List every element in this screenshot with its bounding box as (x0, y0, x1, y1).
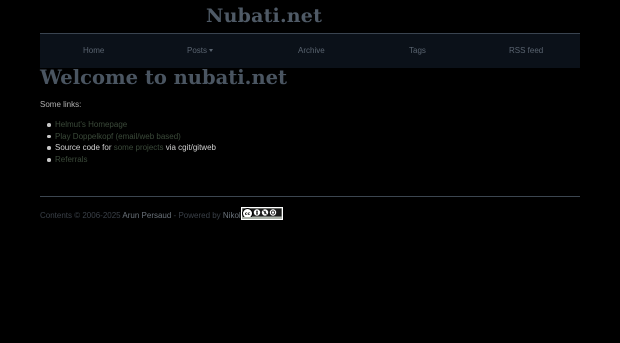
list-item: Helmut's Homepage (47, 119, 216, 131)
list-item: Play Doppelkopf (email/web based) (47, 131, 216, 143)
page-heading: Welcome to nubati.net (40, 66, 288, 89)
nav-home[interactable]: Home (83, 34, 104, 68)
nav-archive[interactable]: Archive (298, 34, 325, 68)
footer-author-link[interactable]: Arun Persaud (122, 211, 171, 220)
nav-tags[interactable]: Tags (409, 34, 426, 68)
footer-divider (40, 196, 580, 197)
source-code-suffix: via cgit/gitweb (163, 143, 216, 153)
link-helmut-homepage[interactable]: Helmut's Homepage (55, 120, 127, 129)
cc-license-badge-icon[interactable]: cc $ (241, 207, 283, 220)
nav-rss-feed[interactable]: RSS feed (509, 34, 543, 68)
list-item: Source code for some projects via cgit/g… (47, 142, 216, 154)
navbar: Home Posts Archive Tags RSS feed (40, 33, 580, 68)
nav-posts-dropdown[interactable]: Posts (187, 34, 214, 68)
svg-text:cc: cc (245, 212, 251, 217)
link-some-projects[interactable]: some projects (114, 143, 164, 152)
source-code-prefix: Source code for (55, 143, 114, 153)
footer-powered-text: - Powered by (171, 211, 223, 220)
caret-down-icon (209, 49, 214, 53)
footer-copyright: Contents © 2006-2025 (40, 211, 123, 220)
link-play-doppelkopf[interactable]: Play Doppelkopf (email/web based) (55, 132, 181, 141)
intro-text: Some links: (40, 100, 82, 109)
link-referrals[interactable]: Referrals (55, 155, 87, 164)
list-item: Referrals (47, 154, 216, 166)
links-list: Helmut's Homepage Play Doppelkopf (email… (47, 119, 216, 166)
nav-posts-label: Posts (187, 46, 208, 55)
footer: Contents © 2006-2025 Arun Persaud - Powe… (40, 211, 245, 220)
site-title[interactable]: Nubati.net (206, 5, 322, 27)
